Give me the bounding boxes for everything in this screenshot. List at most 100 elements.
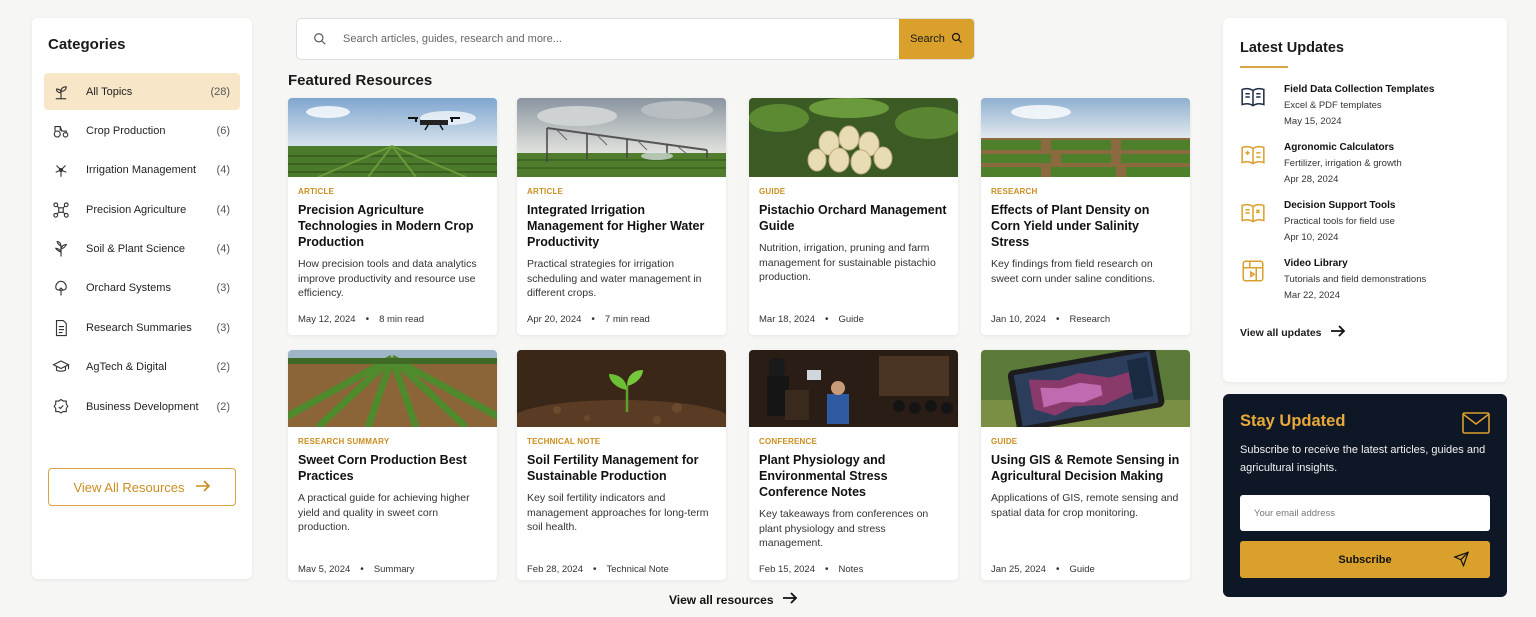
card-meta: May 12, 2024 • 8 min read [298, 314, 424, 325]
search-button[interactable]: Search [899, 19, 974, 59]
update-item[interactable]: Video Library Tutorials and field demons… [1240, 258, 1490, 301]
card-description: Nutrition, irrigation, pruning and farm … [759, 242, 936, 283]
update-item[interactable]: Agronomic Calculators Fertilizer, irriga… [1240, 142, 1490, 185]
plant-science-icon [50, 238, 72, 260]
corn-field-plots-image [981, 98, 1190, 177]
card-description: How precision tools and data analytics i… [298, 258, 477, 299]
card-extra: Notes [838, 564, 864, 575]
view-all-updates-link[interactable]: View all updates [1240, 325, 1490, 340]
categories-sidebar: Categories All Topics (28) Crop Producti… [32, 18, 252, 579]
resource-card[interactable]: ARTICLE Integrated Irrigation Management… [517, 98, 726, 335]
card-meta: Jan 25, 2024 • Guide [991, 564, 1095, 575]
category-soil-plant-science[interactable]: Soil & Plant Science (4) [44, 231, 240, 268]
resource-card[interactable]: RESEARCH SUMMARY Sweet Corn Production B… [288, 350, 497, 580]
view-all-resources-link[interactable]: View all resources [669, 592, 798, 607]
category-count: (3) [216, 282, 230, 295]
card-tag: CONFERENCE [759, 437, 818, 446]
category-orchard-systems[interactable]: Orchard Systems (3) [44, 270, 240, 307]
search-bar: Search [296, 18, 975, 60]
card-date: Feb 28, 2024 [527, 564, 583, 575]
card-meta: Apr 20, 2024 • 7 min read [527, 314, 650, 325]
update-date: May 15, 2024 [1284, 116, 1342, 127]
separator-dot: • [591, 314, 595, 325]
card-title: Precision Agriculture Technologies in Mo… [298, 203, 474, 249]
update-subtitle: Practical tools for field use [1284, 216, 1395, 227]
resource-card[interactable]: CONFERENCE Plant Physiology and Environm… [749, 350, 958, 580]
category-precision-agriculture[interactable]: Precision Agriculture (4) [44, 191, 240, 228]
resource-card[interactable]: TECHNICAL NOTE Soil Fertility Management… [517, 350, 726, 580]
card-tag: RESEARCH SUMMARY [298, 437, 390, 446]
title-underline [1240, 66, 1288, 68]
drone-icon [50, 199, 72, 221]
update-date: Apr 10, 2024 [1284, 232, 1339, 243]
update-subtitle: Tutorials and field demonstrations [1284, 274, 1427, 285]
drone-over-field-image [288, 98, 497, 178]
resource-card[interactable]: GUIDE Using GIS & Remote Sensing in Agri… [981, 350, 1190, 580]
card-tag: GUIDE [991, 437, 1018, 446]
card-date: Mar 18, 2024 [759, 314, 815, 325]
category-crop-production[interactable]: Crop Production (6) [44, 112, 240, 149]
category-agtech-digital[interactable]: AgTech & Digital (2) [44, 349, 240, 386]
category-count: (3) [216, 321, 230, 334]
view-all-resources-button[interactable]: View All Resources [48, 468, 236, 506]
update-item[interactable]: Field Data Collection Templates Excel & … [1240, 84, 1490, 127]
card-meta: Feb 15, 2024 • Notes [759, 564, 863, 575]
category-label: Business Development [86, 400, 199, 413]
subscribe-button-label: Subscribe [1338, 553, 1392, 566]
sprout-icon [50, 81, 72, 103]
tree-icon [50, 277, 72, 299]
resource-card[interactable]: RESEARCH Effects of Plant Density on Cor… [981, 98, 1190, 335]
send-icon [1453, 551, 1470, 570]
update-title: Video Library [1284, 258, 1348, 269]
category-label: Precision Agriculture [86, 203, 187, 216]
category-label: Research Summaries [86, 321, 192, 334]
update-title: Agronomic Calculators [1284, 142, 1395, 153]
arrow-right-icon [195, 479, 211, 495]
card-meta: Jan 10, 2024 • Research [991, 314, 1110, 325]
card-extra: Guide [838, 314, 864, 325]
tractor-icon [50, 120, 72, 142]
card-title: Pistachio Orchard Management Guide [759, 203, 947, 233]
category-count: (28) [210, 85, 230, 98]
card-extra: Guide [1069, 564, 1095, 575]
envelope-icon [1462, 412, 1490, 439]
update-subtitle: Fertilizer, irrigation & growth [1284, 158, 1402, 169]
document-icon [50, 317, 72, 339]
tools-book-icon [1240, 200, 1268, 228]
card-date: May 12, 2024 [298, 314, 356, 325]
view-all-resources-link-label: View all resources [669, 592, 774, 607]
category-business-development[interactable]: Business Development (2) [44, 388, 240, 425]
subscribe-button[interactable]: Subscribe [1240, 541, 1490, 578]
separator-dot: • [1055, 314, 1060, 325]
category-research-summaries[interactable]: Research Summaries (3) [44, 309, 240, 346]
card-description: Key takeaways from conferences on plant … [759, 508, 929, 549]
search-button-label: Search [910, 33, 945, 45]
separator-dot: • [824, 314, 829, 325]
update-title: Field Data Collection Templates [1284, 84, 1435, 95]
update-date: Apr 28, 2024 [1284, 174, 1339, 185]
resource-card[interactable]: ARTICLE Precision Agriculture Technologi… [288, 98, 497, 335]
resource-card[interactable]: GUIDE Pistachio Orchard Management Guide… [749, 98, 958, 335]
card-tag: ARTICLE [298, 187, 335, 196]
card-tag: ARTICLE [527, 187, 564, 196]
card-date: Apr 20, 2024 [527, 314, 582, 325]
email-field[interactable] [1240, 495, 1490, 531]
card-title: Using GIS & Remote Sensing in Agricultur… [991, 453, 1180, 483]
update-title: Decision Support Tools [1284, 200, 1396, 211]
search-input[interactable] [343, 33, 899, 45]
category-count: (2) [216, 361, 230, 374]
category-all-topics[interactable]: All Topics (28) [44, 73, 240, 110]
category-count: (4) [216, 203, 230, 216]
calculator-book-icon [1240, 142, 1268, 170]
separator-dot: • [825, 564, 829, 575]
card-description: Practical strategies for irrigation sche… [527, 258, 702, 299]
category-list: All Topics (28) Crop Production (6) Irri… [44, 73, 240, 425]
card-description: Key soil fertility indicators and manage… [527, 492, 709, 533]
view-all-updates-label: View all updates [1240, 326, 1322, 339]
badge-icon [50, 396, 72, 418]
latest-updates-title: Latest Updates [1240, 40, 1344, 56]
category-irrigation-management[interactable]: Irrigation Management (4) [44, 152, 240, 189]
updates-list: Field Data Collection Templates Excel & … [1240, 84, 1490, 301]
update-item[interactable]: Decision Support Tools Practical tools f… [1240, 200, 1490, 243]
young-corn-rows-image [288, 350, 497, 430]
